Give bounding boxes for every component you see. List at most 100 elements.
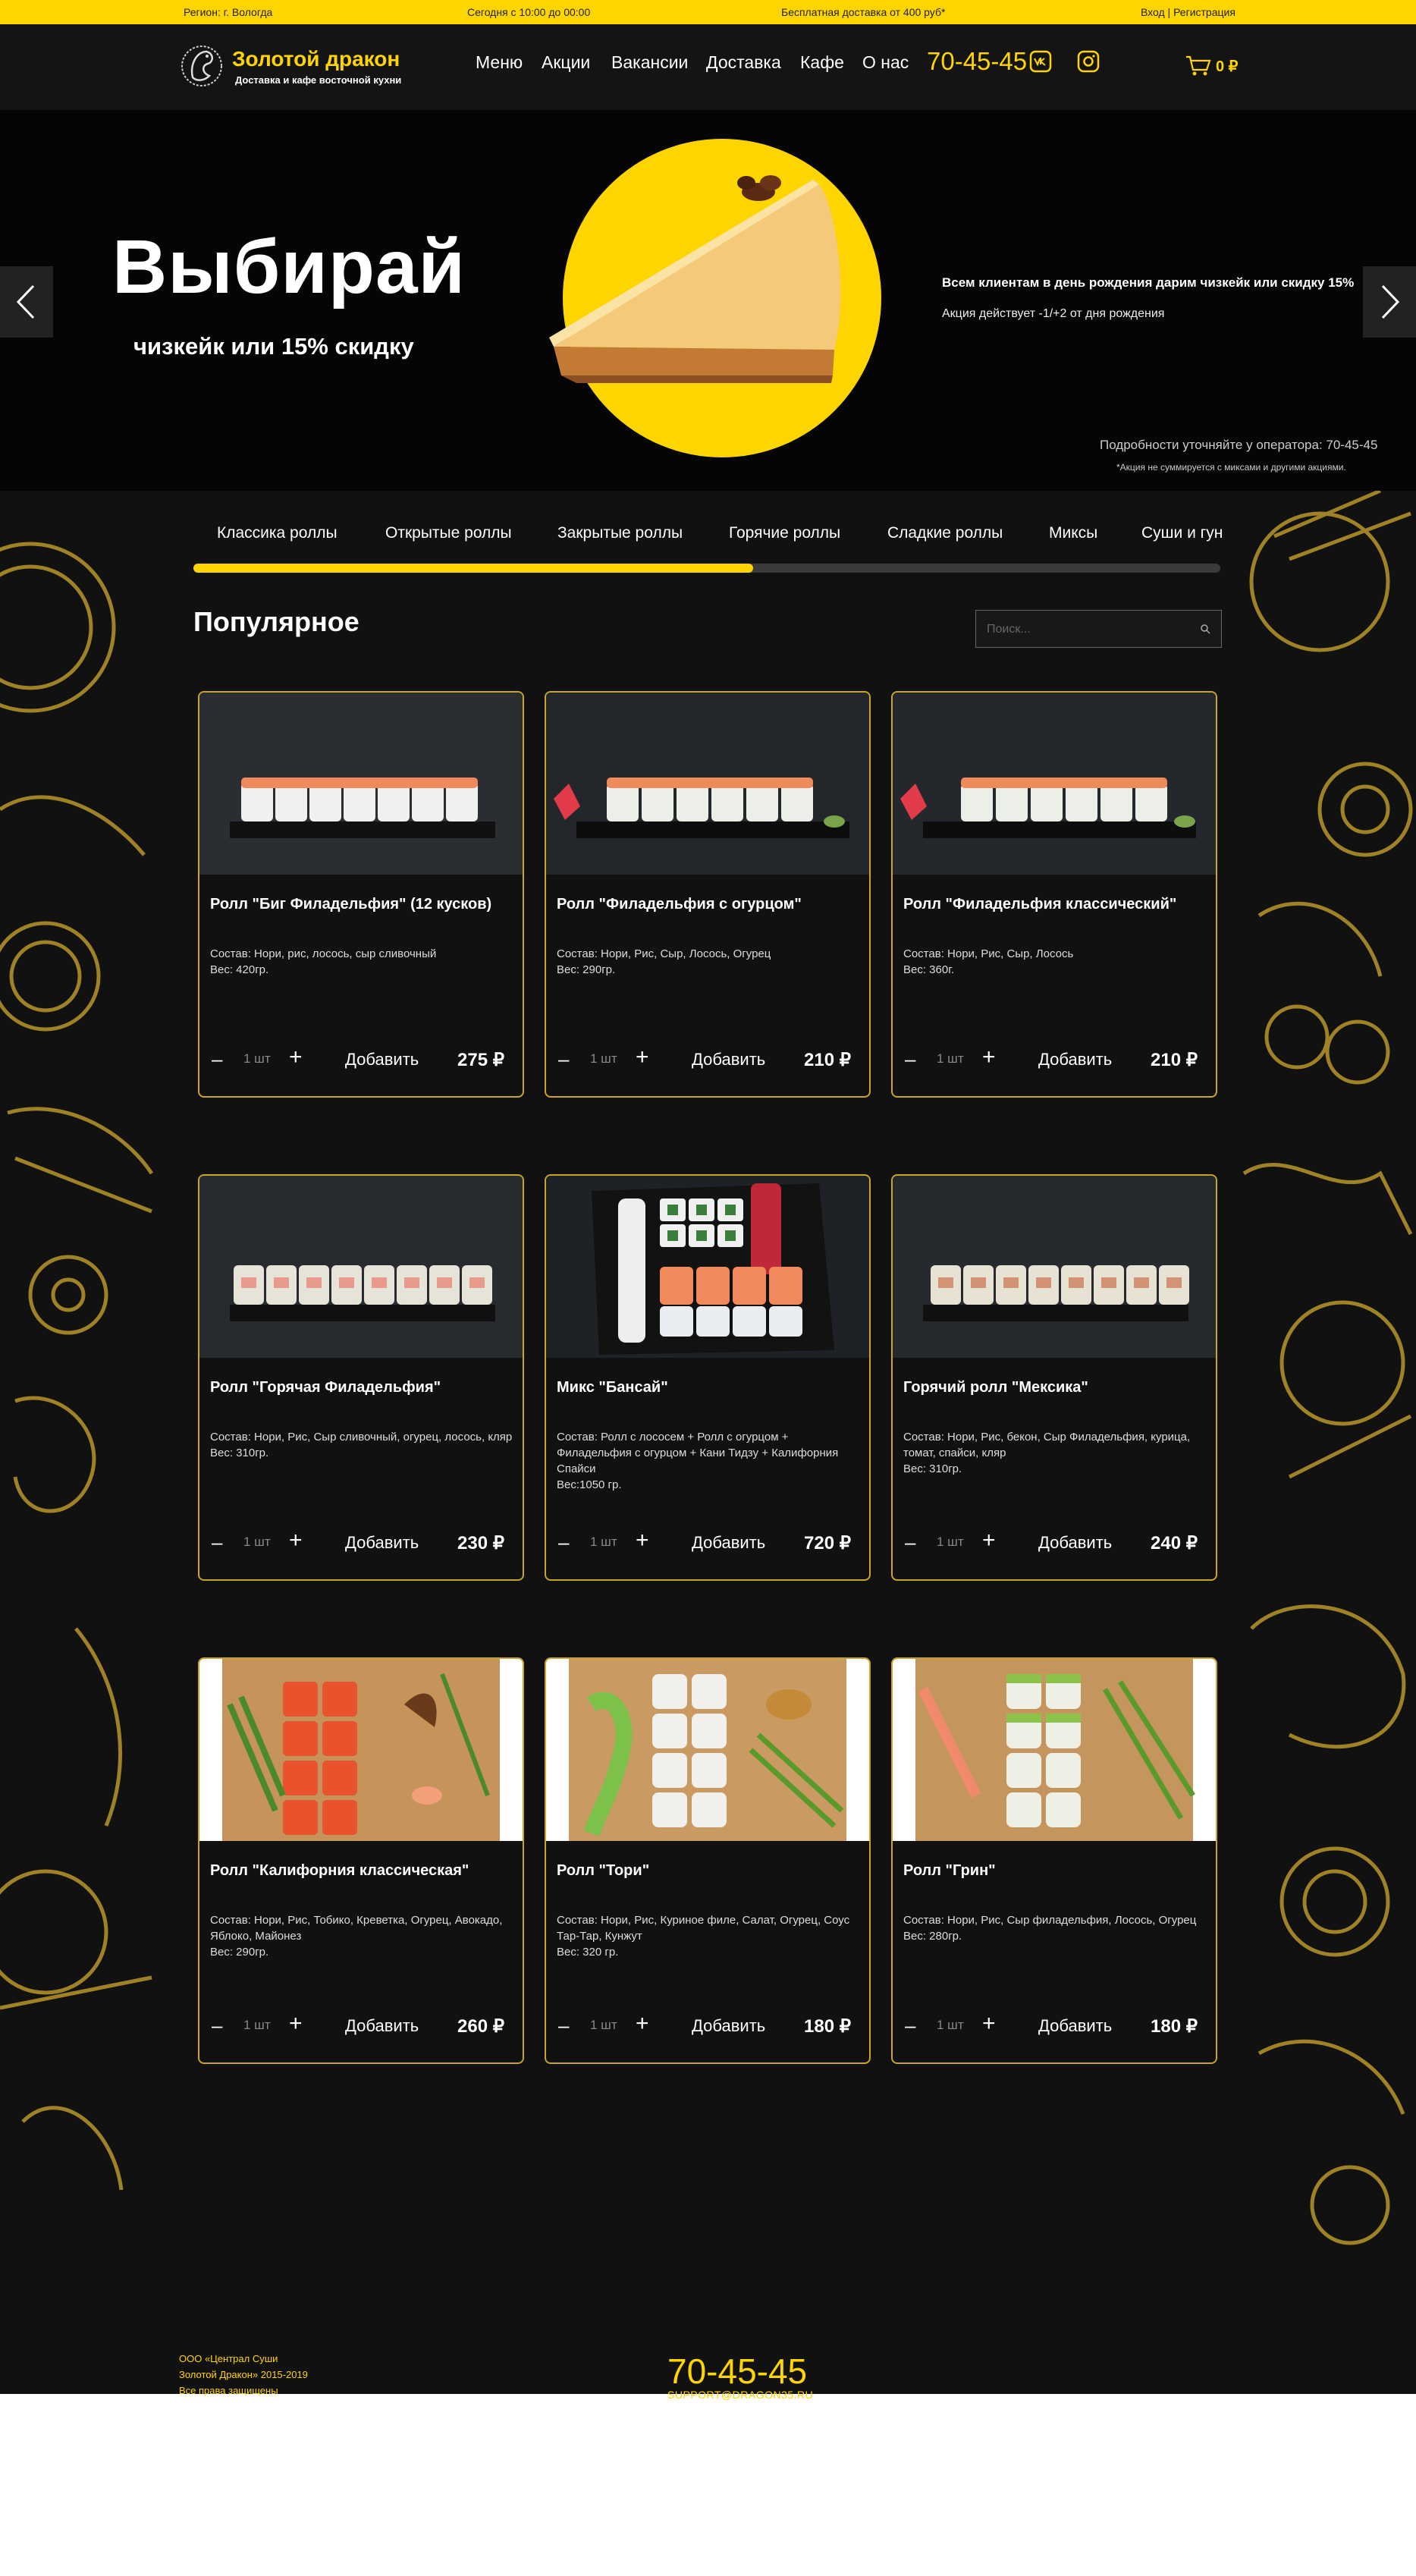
decrease-qty-button[interactable]: – xyxy=(212,1531,222,1554)
tab-sushi[interactable]: Суши и гун xyxy=(1141,524,1236,542)
header-phone[interactable]: 70-45-45 xyxy=(927,47,1027,76)
decrease-qty-button[interactable]: – xyxy=(212,1048,222,1071)
tabs-scrollbar-thumb[interactable] xyxy=(193,564,753,573)
product-composition: Состав: Нори, Рис, Куриное филе, Салат, … xyxy=(557,1914,850,1943)
brand-tagline: Доставка и кафе восточной кухни xyxy=(235,74,402,86)
product-image xyxy=(893,1659,1216,1841)
product-price: 260 ₽ xyxy=(457,2016,504,2037)
catalog-section: Классика роллы Открытые роллы Закрытые р… xyxy=(0,491,1416,2284)
working-hours: Сегодня с 10:00 до 00:00 xyxy=(467,6,591,18)
promo-banner[interactable]: Выбирай чизкейк или 15% скидку Всем клие… xyxy=(0,110,1416,491)
tab-sweet-rolls[interactable]: Сладкие роллы xyxy=(887,524,1003,542)
increase-qty-button[interactable]: + xyxy=(289,2011,303,2037)
dragon-logo-icon[interactable] xyxy=(179,41,224,91)
add-to-cart-button[interactable]: Добавить xyxy=(692,1050,765,1070)
decrease-qty-button[interactable]: – xyxy=(212,2014,222,2037)
decrease-qty-button[interactable]: – xyxy=(905,1048,915,1071)
tab-open-rolls[interactable]: Открытые роллы xyxy=(385,524,512,542)
add-to-cart-button[interactable]: Добавить xyxy=(1038,1533,1112,1553)
product-name[interactable]: Ролл "Биг Филадельфия" (12 кусков) xyxy=(210,896,513,913)
add-to-cart-button[interactable]: Добавить xyxy=(345,1533,419,1553)
add-to-cart-button[interactable]: Добавить xyxy=(1038,2016,1112,2036)
nav-item-menu[interactable]: Меню xyxy=(476,52,523,73)
vk-icon[interactable] xyxy=(1029,50,1052,73)
product-image xyxy=(546,693,869,875)
product-composition: Состав: Ролл с лососем + Ролл с огурцом … xyxy=(557,1431,839,1475)
region-selector[interactable]: Регион: г. Вологда xyxy=(184,6,272,18)
tab-classic-rolls[interactable]: Классика роллы xyxy=(217,524,338,542)
add-to-cart-button[interactable]: Добавить xyxy=(1038,1050,1112,1070)
increase-qty-button[interactable]: + xyxy=(982,1045,996,1070)
cart-icon[interactable] xyxy=(1185,55,1211,77)
footer-email[interactable]: SUPPORT@DRAGON35.RU xyxy=(667,2389,813,2401)
product-card[interactable]: Ролл "Грин" Состав: Нори, Рис, Сыр филад… xyxy=(891,1657,1217,2064)
product-price: 210 ₽ xyxy=(804,1050,851,1070)
product-name[interactable]: Микс "Бансай" xyxy=(557,1379,860,1396)
product-weight: Вес: 420гр. xyxy=(210,963,269,976)
slider-next-button[interactable] xyxy=(1363,266,1416,338)
tab-hot-rolls[interactable]: Горячие роллы xyxy=(729,524,840,542)
auth-link[interactable]: Вход | Регистрация xyxy=(1141,6,1235,18)
product-card[interactable]: Ролл "Филадельфия с огурцом" Состав: Нор… xyxy=(545,691,871,1098)
increase-qty-button[interactable]: + xyxy=(982,2011,996,2037)
product-image xyxy=(199,693,523,875)
product-composition: Состав: Нори, Рис, бекон, Сыр Филадельфи… xyxy=(903,1431,1191,1459)
decrease-qty-button[interactable]: – xyxy=(558,1531,569,1554)
tab-mixes[interactable]: Миксы xyxy=(1049,524,1097,542)
product-price: 230 ₽ xyxy=(457,1533,504,1553)
brand-name[interactable]: Золотой дракон xyxy=(232,47,400,71)
product-qty: 1 шт xyxy=(243,2018,271,2032)
product-card[interactable]: Ролл "Калифорния классическая" Состав: Н… xyxy=(198,1657,524,2064)
instagram-icon[interactable] xyxy=(1077,50,1100,73)
product-name[interactable]: Ролл "Калифорния классическая" xyxy=(210,1862,513,1880)
add-to-cart-button[interactable]: Добавить xyxy=(692,2016,765,2036)
product-card[interactable]: Микс "Бансай" Состав: Ролл с лососем + Р… xyxy=(545,1174,871,1581)
chevron-right-icon xyxy=(1381,284,1400,319)
decrease-qty-button[interactable]: – xyxy=(905,2014,915,2037)
product-name[interactable]: Горячий ролл "Мексика" xyxy=(903,1379,1207,1396)
nav-item-promo[interactable]: Акции xyxy=(542,52,590,73)
nav-item-cafe[interactable]: Кафе xyxy=(800,52,844,73)
increase-qty-button[interactable]: + xyxy=(289,1528,303,1553)
nav-item-about[interactable]: О нас xyxy=(862,52,909,73)
decrease-qty-button[interactable]: – xyxy=(558,2014,569,2037)
tabs-scrollbar[interactable] xyxy=(193,564,1220,573)
product-composition: Состав: Нори, рис, лосось, сыр сливочный xyxy=(210,947,437,960)
product-composition: Состав: Нори, Рис, Сыр, Лосось xyxy=(903,947,1074,960)
increase-qty-button[interactable]: + xyxy=(636,1045,649,1070)
slider-prev-button[interactable] xyxy=(0,266,53,338)
increase-qty-button[interactable]: + xyxy=(289,1045,303,1070)
cart-total[interactable]: 0 ₽ xyxy=(1216,57,1238,76)
nav-item-jobs[interactable]: Вакансии xyxy=(611,52,688,73)
product-weight: Вес: 310гр. xyxy=(903,1462,962,1475)
increase-qty-button[interactable]: + xyxy=(982,1528,996,1553)
product-name[interactable]: Ролл "Грин" xyxy=(903,1862,1207,1880)
search-icon[interactable] xyxy=(1200,624,1210,634)
increase-qty-button[interactable]: + xyxy=(636,2011,649,2037)
decrease-qty-button[interactable]: – xyxy=(905,1531,915,1554)
product-name[interactable]: Ролл "Филадельфия классический" xyxy=(903,896,1207,913)
product-name[interactable]: Ролл "Тори" xyxy=(557,1862,860,1880)
add-to-cart-button[interactable]: Добавить xyxy=(345,2016,419,2036)
site-footer: ООО «Централ Суши Золотой Дракон» 2015-2… xyxy=(0,2284,1416,2401)
add-to-cart-button[interactable]: Добавить xyxy=(692,1533,765,1553)
add-to-cart-button[interactable]: Добавить xyxy=(345,1050,419,1070)
catalog-content: Классика роллы Открытые роллы Закрытые р… xyxy=(179,491,1236,2284)
search-box[interactable] xyxy=(975,610,1222,648)
decrease-qty-button[interactable]: – xyxy=(558,1048,569,1071)
search-input[interactable] xyxy=(985,620,1185,639)
product-name[interactable]: Ролл "Филадельфия с огурцом" xyxy=(557,896,860,913)
product-name[interactable]: Ролл "Горячая Филадельфия" xyxy=(210,1379,513,1396)
tab-closed-rolls[interactable]: Закрытые роллы xyxy=(557,524,683,542)
product-card[interactable]: Ролл "Филадельфия классический" Состав: … xyxy=(891,691,1217,1098)
product-card[interactable]: Ролл "Тори" Состав: Нори, Рис, Куриное ф… xyxy=(545,1657,871,2064)
product-card[interactable]: Ролл "Биг Филадельфия" (12 кусков) Соста… xyxy=(198,691,524,1098)
product-card[interactable]: Горячий ролл "Мексика" Состав: Нори, Рис… xyxy=(891,1174,1217,1581)
product-image xyxy=(199,1176,523,1358)
product-price: 180 ₽ xyxy=(804,2016,851,2037)
increase-qty-button[interactable]: + xyxy=(636,1528,649,1553)
product-price: 180 ₽ xyxy=(1151,2016,1198,2037)
product-card[interactable]: Ролл "Горячая Филадельфия" Состав: Нори,… xyxy=(198,1174,524,1581)
footer-phone[interactable]: 70-45-45 xyxy=(667,2351,807,2392)
nav-item-delivery[interactable]: Доставка xyxy=(706,52,781,73)
